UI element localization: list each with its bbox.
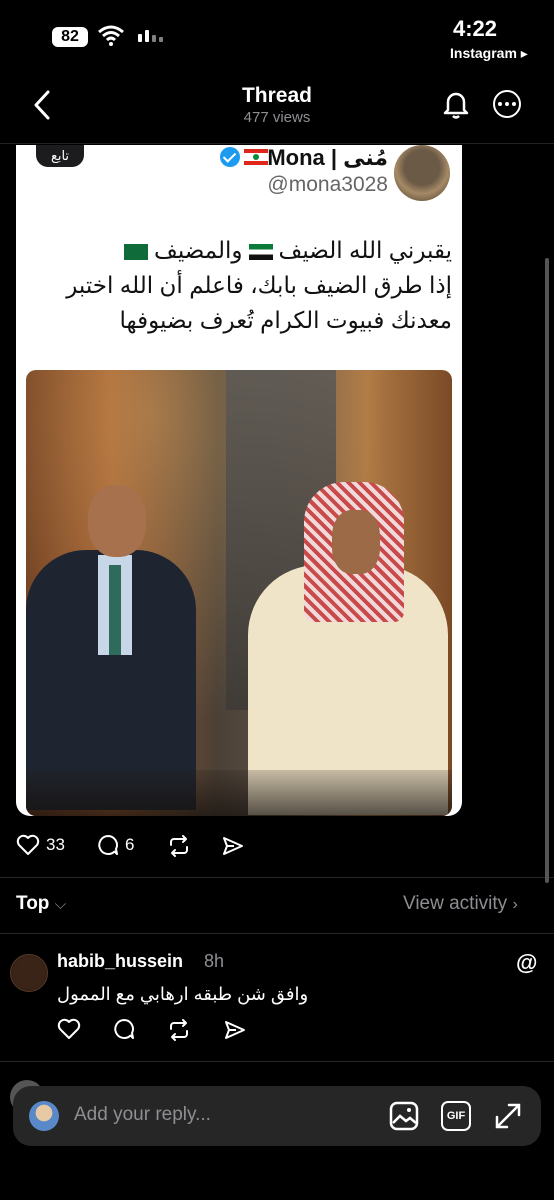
wifi-icon [98,24,124,46]
post-text-line3: معدنك فبيوت الكرام تُعرف بضيوفها [119,307,452,333]
chevron-right-icon: › [512,896,518,913]
syria-flag-icon [248,243,273,260]
battery-indicator: 82 [52,27,88,47]
chevron-down-icon: ⌵ [54,896,67,913]
more-options-icon[interactable] [493,90,521,118]
send-icon[interactable] [223,1018,247,1042]
follow-button: تابع [36,145,84,167]
comment-text: وافق شن طبقه ارهابي مع الممول [57,984,309,1004]
heart-icon[interactable] [57,1018,81,1042]
sort-dropdown[interactable]: Top ⌵ [16,893,66,915]
expand-icon[interactable] [493,1101,523,1131]
repost-icon [167,834,191,858]
lebanon-flag-icon [244,149,268,165]
bell-icon[interactable] [442,90,470,120]
page-title: Thread [241,84,312,107]
verified-badge-icon [220,147,240,167]
repost-icon[interactable] [167,1018,191,1042]
comment-icon[interactable] [113,1018,135,1042]
saudi-flag-icon [124,243,149,260]
comment-actions [57,1018,247,1042]
post-text: يقبرني الله الضيف والمضيف إذا طرق الضيف ب… [34,233,452,338]
gif-icon[interactable]: GIF [441,1101,471,1131]
post-text-line1a: يقبرني الله الضيف [278,237,452,263]
like-button[interactable]: 33 [16,834,65,856]
scrollbar[interactable] [545,258,549,883]
profile-avatar [394,145,450,201]
photo-head-left [88,485,146,557]
comment-button[interactable]: 6 [97,834,134,856]
avatar[interactable] [10,954,48,992]
comment-time: 8h [204,951,225,971]
view-activity-label: View activity [403,893,508,914]
embedded-post-image[interactable]: تابع Mona | مُنى @mona3028 يقبرني الله ا… [16,145,462,816]
image-icon[interactable] [389,1101,419,1131]
share-button[interactable] [221,834,245,858]
photo-head-right [332,510,380,574]
heart-icon [16,834,40,856]
comment-icon [97,834,119,856]
reply-composer[interactable]: Add your reply... GIF [13,1086,541,1146]
post-text-line2: إذا طرق الضيف بابك، فاعلم أن الله اختبر [66,272,452,298]
avatar [29,1101,59,1131]
reply-input[interactable]: Add your reply... [74,1104,211,1126]
comment-count: 6 [125,835,135,854]
post-text-line1b: والمضيف [154,237,243,263]
sort-label: Top [16,893,50,914]
threads-icon[interactable]: @ [516,950,537,976]
section-divider [0,877,554,878]
signal-icon [138,30,163,42]
photo-floor [26,770,452,816]
repost-button[interactable] [167,834,191,858]
profile-handle: @mona3028 [267,173,388,196]
header-divider [0,143,554,144]
photo-tie [109,565,121,655]
section-divider [0,1061,554,1062]
view-activity-link[interactable]: View activity › [403,893,518,915]
back-to-app-link[interactable]: Instagram ▸ [450,45,528,62]
comment-username[interactable]: habib_hussein [57,951,183,972]
status-time: 4:22 [452,16,498,41]
post-photo [26,370,452,816]
send-icon [221,834,245,858]
like-count: 33 [46,835,65,854]
section-divider [0,933,554,934]
view-count: 477 views [243,109,311,126]
